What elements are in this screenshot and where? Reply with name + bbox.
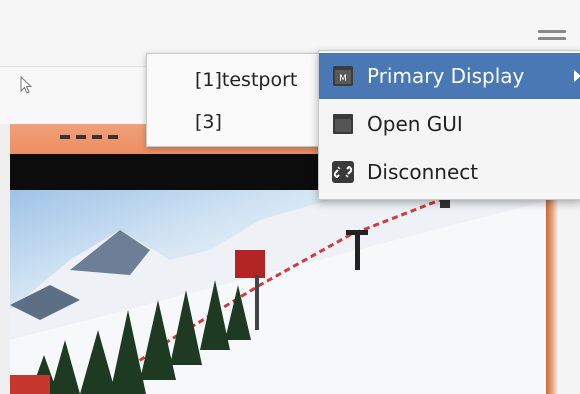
submenu-item-3[interactable]: [3] [195,110,222,134]
context-menu: M Primary Display Open GUI Disconnect [318,50,580,200]
left-border [0,124,10,394]
right-border [546,190,558,394]
chevron-right-icon [574,70,580,82]
submenu-item-testport[interactable]: [1]testport [195,68,297,92]
menu-item-open-gui[interactable]: Open GUI [319,101,580,147]
mouse-cursor-icon [20,76,33,94]
menu-label-disconnect: Disconnect [367,160,479,184]
port-submenu: [1]testport [3] [146,53,322,147]
menu-item-disconnect[interactable]: Disconnect [319,149,580,195]
menu-label-open-gui: Open GUI [367,112,463,136]
window-icon [333,114,353,134]
application-window: [1]testport [3] M Primary Display Open G… [0,0,580,394]
svg-text:M: M [339,74,347,84]
strip-marks [60,124,140,139]
video-display[interactable] [10,190,550,394]
broken-link-icon [332,161,354,183]
ski-scene-image [10,190,550,394]
monitor-icon: M [333,66,353,86]
hamburger-menu-icon[interactable] [538,30,566,46]
menu-item-primary-display[interactable]: M Primary Display [319,53,580,99]
menu-label-primary-display: Primary Display [367,64,525,88]
